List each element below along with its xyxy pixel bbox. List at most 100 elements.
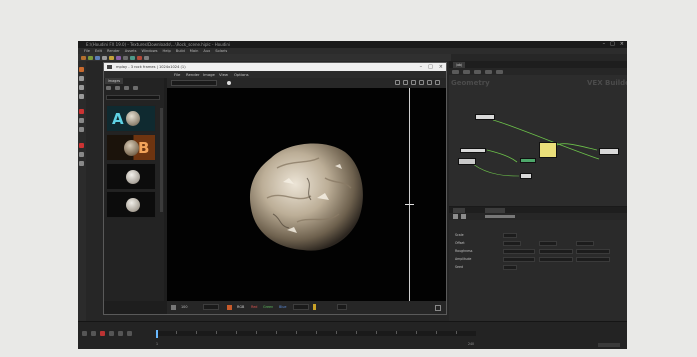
viewer-close-icon[interactable]: × [439, 63, 443, 71]
node-output[interactable] [458, 158, 476, 165]
compare-icon[interactable] [411, 80, 416, 85]
viewer-minimize-icon[interactable]: – [420, 63, 423, 71]
param-field[interactable] [503, 249, 535, 254]
step-forward-icon[interactable] [118, 331, 123, 336]
viewer-menu-file[interactable]: File [174, 71, 180, 78]
shelf-tool-icon[interactable] [123, 55, 128, 60]
node-displace[interactable] [460, 148, 486, 153]
image-thumbnail-panel: Images A B [104, 78, 164, 301]
channel-green[interactable]: Green [263, 304, 273, 310]
split-icon[interactable] [419, 80, 424, 85]
param-field[interactable] [503, 265, 517, 270]
thumb-grid-icon[interactable] [106, 86, 111, 90]
thumbnail-b[interactable]: B [106, 134, 156, 161]
scale-tool-icon[interactable] [79, 94, 84, 99]
param-field[interactable] [539, 241, 557, 246]
thumbnail-d[interactable] [106, 191, 156, 218]
viewer-menu-options[interactable]: Options [234, 71, 249, 78]
split-handle[interactable] [405, 204, 414, 205]
viewer-menu-view[interactable]: View [219, 71, 228, 78]
viewer-title: mplay - 3 rock frames | 1024x1024 (1) [116, 65, 186, 69]
channel-blue[interactable]: Blue [279, 304, 287, 310]
shelf-tool-icon[interactable] [137, 55, 142, 60]
move-tool-icon[interactable] [79, 76, 84, 81]
thumbnail-a[interactable]: A [106, 105, 156, 132]
node-vop-mult[interactable] [520, 173, 532, 179]
timeline-bar: 1 240 [78, 321, 627, 349]
maximize-icon[interactable]: □ [610, 41, 615, 48]
node-vop-bind[interactable] [520, 158, 536, 163]
shelf-tool-icon[interactable] [88, 55, 93, 60]
shelf-tool-icon[interactable] [144, 55, 149, 60]
shelf-tool-icon[interactable] [130, 55, 135, 60]
minimize-icon[interactable]: – [603, 41, 606, 48]
gamma-field[interactable] [337, 304, 347, 310]
node-material-selected[interactable] [539, 142, 557, 158]
channel-rgb[interactable]: RGB [237, 304, 244, 310]
render-icon[interactable] [227, 305, 232, 310]
param-field[interactable] [503, 233, 517, 238]
param-field[interactable] [503, 241, 521, 246]
thumbnail-filter-input[interactable] [106, 95, 160, 100]
viewer-expand-icon[interactable] [435, 305, 441, 311]
grid-tool-icon[interactable] [79, 152, 84, 157]
node-noise[interactable] [475, 114, 495, 120]
param-field[interactable] [576, 241, 594, 246]
timeline-end: 240 [468, 342, 475, 346]
network-editor[interactable]: /obj Geometry VEX Builder [449, 61, 627, 206]
close-icon[interactable]: × [620, 41, 624, 48]
viewer-menu-render[interactable]: Render [186, 71, 200, 78]
viewer-gear-icon[interactable] [171, 305, 176, 310]
timeline-ruler[interactable] [156, 331, 476, 336]
thumb-delete-icon[interactable] [133, 86, 138, 90]
fit-icon[interactable] [403, 80, 408, 85]
param-row-label: Offset [455, 241, 465, 245]
thumbnail-c[interactable] [106, 163, 156, 190]
tab-images[interactable]: Images [105, 78, 123, 84]
channel-red[interactable]: Red [251, 304, 257, 310]
zoom-dropdown[interactable] [203, 304, 219, 310]
param-field[interactable] [539, 257, 573, 262]
param-field[interactable] [503, 257, 535, 262]
param-field[interactable] [576, 249, 610, 254]
thumbnail-toolbar [106, 86, 138, 92]
select-tool-icon[interactable] [79, 67, 84, 72]
thumb-add-icon[interactable] [124, 86, 129, 90]
param-gear-icon[interactable] [453, 214, 458, 219]
rotate-tool-icon[interactable] [79, 85, 84, 90]
image-plane-dropdown[interactable] [171, 80, 217, 86]
node-vop-output[interactable] [599, 148, 619, 155]
param-row-label: Seed [455, 265, 463, 269]
viewer-maximize-icon[interactable]: □ [428, 63, 433, 71]
step-back-icon[interactable] [91, 331, 96, 336]
info-icon[interactable] [435, 80, 440, 85]
play-icon[interactable] [109, 331, 114, 336]
display-tool-icon[interactable] [79, 161, 84, 166]
shelf-tool-icon[interactable] [95, 55, 100, 60]
zoom-value: 100 [181, 305, 188, 309]
compare-split-line[interactable] [409, 88, 410, 301]
shelf-tool-icon[interactable] [102, 55, 107, 60]
jump-start-icon[interactable] [82, 331, 87, 336]
thumb-list-icon[interactable] [115, 86, 120, 90]
image-viewport[interactable] [167, 78, 446, 301]
param-help-icon[interactable] [461, 214, 466, 219]
realtime-toggle[interactable] [598, 343, 620, 347]
jump-end-icon[interactable] [127, 331, 132, 336]
exposure-dropdown[interactable] [293, 304, 309, 310]
param-field[interactable] [539, 249, 573, 254]
shelf-tool-icon[interactable] [116, 55, 121, 60]
snap-tool-icon[interactable] [79, 143, 84, 148]
viewer-menu-image[interactable]: Image [203, 71, 215, 78]
shelf-tool-icon[interactable] [81, 55, 86, 60]
handle-tool-icon[interactable] [79, 109, 84, 114]
timeline-playhead[interactable] [156, 330, 158, 338]
color-icon[interactable] [427, 80, 432, 85]
record-icon[interactable] [100, 331, 105, 336]
pose-tool-icon[interactable] [79, 127, 84, 132]
param-field[interactable] [576, 257, 610, 262]
view-tool-icon[interactable] [79, 118, 84, 123]
zoom-icon[interactable] [395, 80, 400, 85]
thumbnail-scrollbar[interactable] [160, 108, 163, 212]
shelf-tool-icon[interactable] [109, 55, 114, 60]
